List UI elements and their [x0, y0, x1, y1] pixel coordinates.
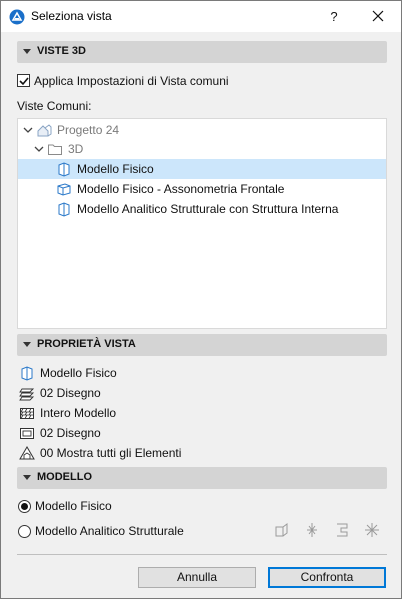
tree-item-label: Modello Analitico Strutturale con Strutt…: [77, 202, 339, 216]
project-icon: [37, 124, 52, 137]
common-views-label: Viste Comuni:: [17, 99, 92, 113]
chevron-down-icon[interactable]: [23, 125, 33, 135]
analytic-surface-icon[interactable]: [333, 521, 351, 539]
pen-set-icon: [20, 428, 34, 439]
apply-common-settings-checkbox[interactable]: [17, 74, 30, 87]
view3d-icon: [58, 162, 70, 177]
property-value: Intero Modello: [40, 406, 117, 420]
property-value: Modello Fisico: [40, 366, 117, 380]
common-views-tree[interactable]: Progetto 24 3D Modello Fisico Modello Fi…: [17, 118, 387, 329]
collapse-triangle-icon: [23, 342, 31, 347]
section-header-modello[interactable]: MODELLO: [17, 467, 387, 489]
radio-dot: [21, 503, 28, 510]
confirm-button[interactable]: Confronta: [268, 567, 386, 588]
radio-modello-analitico[interactable]: [18, 525, 31, 538]
layers-icon: [19, 388, 35, 401]
tree-item-modello-analitico[interactable]: Modello Analitico Strutturale con Strutt…: [18, 199, 386, 219]
tree-item-label: Modello Fisico - Assonometria Frontale: [77, 182, 285, 196]
section-header-proprieta-vista[interactable]: PROPRIETÀ VISTA: [17, 334, 387, 356]
collapse-triangle-icon: [23, 49, 31, 54]
analytic-support-icon[interactable]: [303, 521, 321, 539]
apply-common-settings-label[interactable]: Applica Impostazioni di Vista comuni: [34, 74, 229, 88]
tree-item-3d-folder[interactable]: 3D: [18, 139, 386, 159]
section-title: VISTE 3D: [37, 45, 86, 57]
tree-item-label: Progetto 24: [57, 123, 120, 137]
checkmark-icon: [19, 77, 29, 86]
tree-item-assonometria-frontale[interactable]: Modello Fisico - Assonometria Frontale: [18, 179, 386, 199]
folder-icon: [48, 144, 62, 155]
analytic-axes-icon[interactable]: [363, 521, 381, 539]
tree-item-progetto[interactable]: Progetto 24: [18, 120, 386, 140]
analytic-member-icon[interactable]: [273, 521, 291, 539]
model-view-icon: [21, 366, 33, 381]
dialog-title: Seleziona vista: [31, 9, 112, 23]
hatch-icon: [20, 408, 34, 419]
section-title: PROPRIETÀ VISTA: [37, 338, 136, 350]
view3d-icon: [58, 202, 70, 217]
close-icon: [372, 10, 384, 22]
radio-modello-fisico[interactable]: [18, 500, 31, 513]
property-value: 00 Mostra tutti gli Elementi: [40, 446, 182, 460]
filter-icon: [19, 446, 35, 460]
close-button[interactable]: [363, 1, 393, 32]
title-bar[interactable]: Seleziona vista ?: [1, 1, 401, 32]
chevron-down-icon[interactable]: [34, 144, 44, 154]
property-value: 02 Disegno: [40, 386, 101, 400]
collapse-triangle-icon: [23, 475, 31, 480]
tree-item-modello-fisico[interactable]: Modello Fisico: [18, 159, 386, 179]
tree-item-label: Modello Fisico: [77, 162, 154, 176]
footer-divider: [17, 554, 387, 555]
tree-item-label: 3D: [68, 142, 84, 156]
section-header-viste-3d[interactable]: VISTE 3D: [17, 41, 387, 63]
help-button[interactable]: ?: [319, 1, 349, 32]
axonometry-icon: [57, 183, 71, 196]
section-title: MODELLO: [37, 471, 92, 483]
select-view-dialog: Seleziona vista ? VISTE 3D Applica Impos…: [0, 0, 402, 599]
cancel-button[interactable]: Annulla: [138, 567, 256, 588]
radio-label-modello-fisico[interactable]: Modello Fisico: [35, 499, 112, 513]
radio-label-modello-analitico[interactable]: Modello Analitico Strutturale: [35, 524, 184, 538]
property-value: 02 Disegno: [40, 426, 101, 440]
archicad-app-icon: [9, 9, 25, 25]
